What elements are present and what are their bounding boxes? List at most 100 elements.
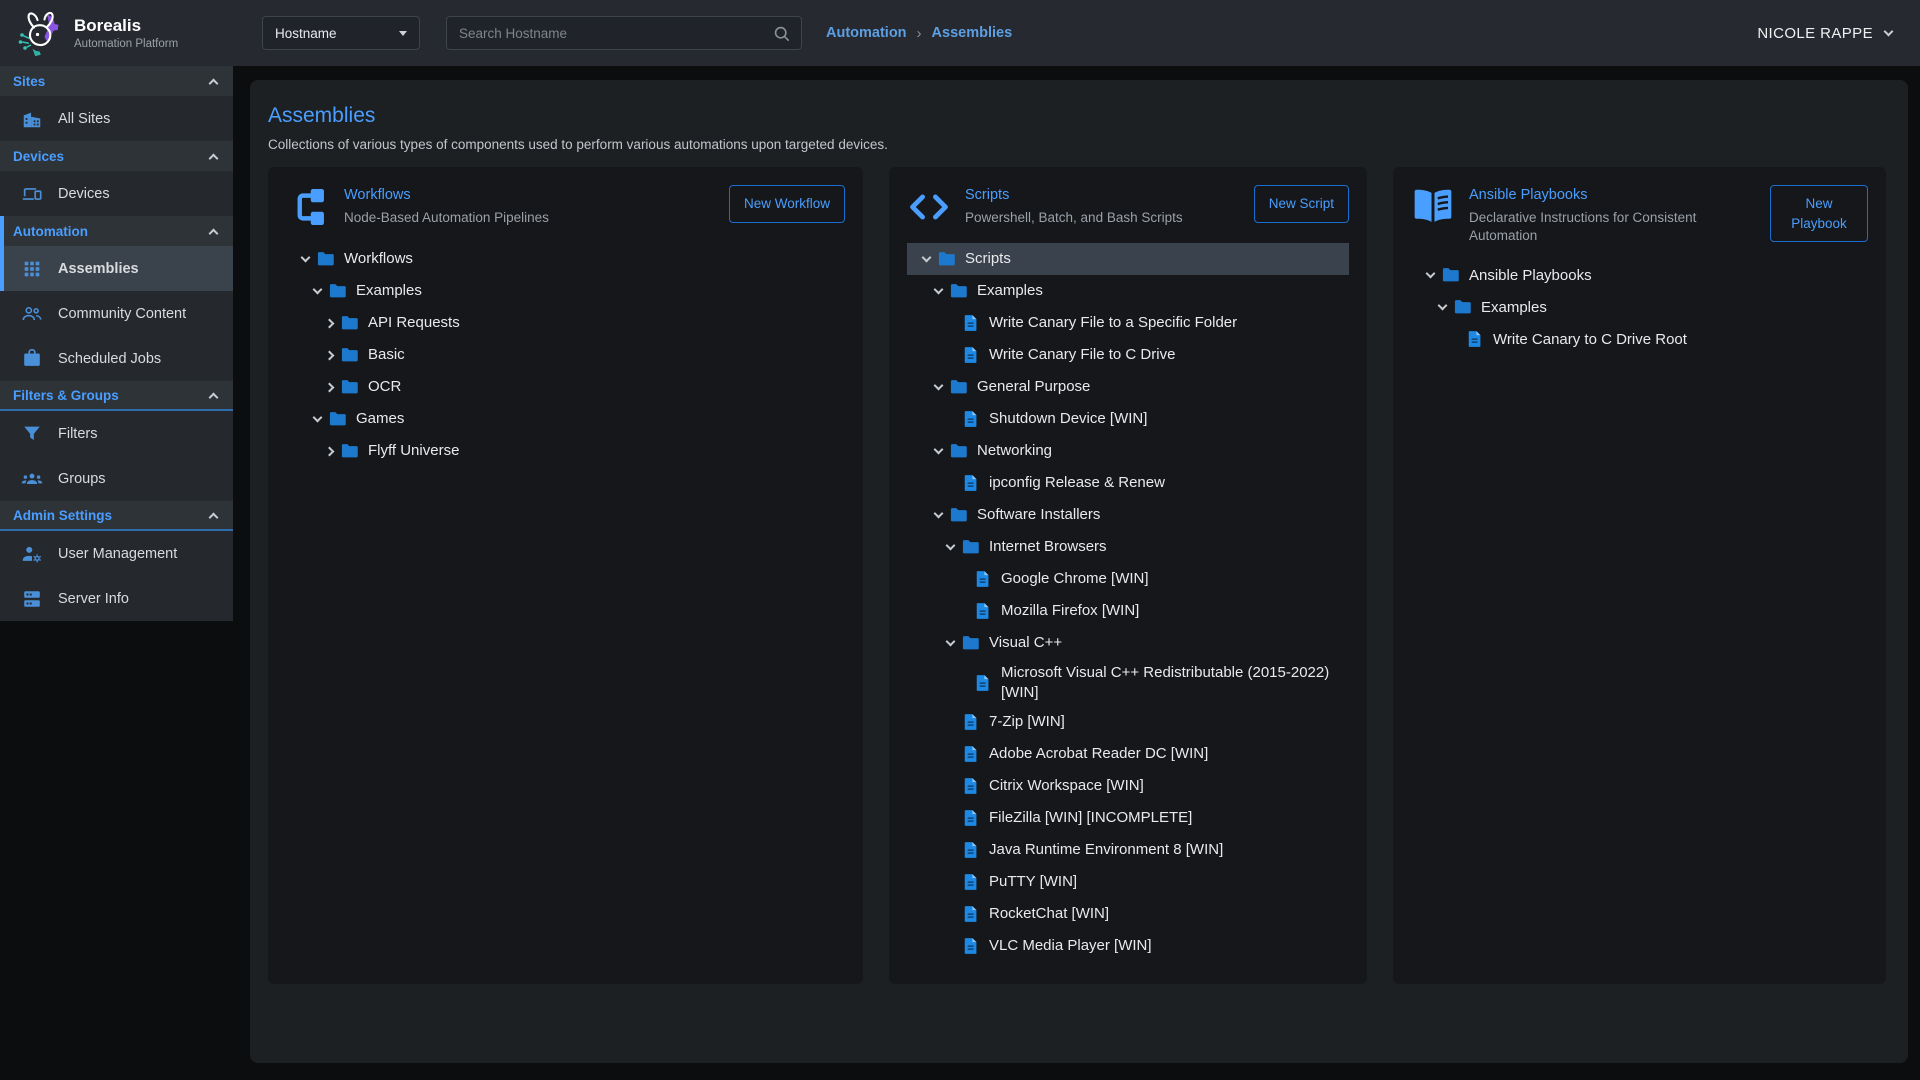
sidebar-item-filters[interactable]: Filters <box>0 411 233 456</box>
main-panel: Assemblies Collections of various types … <box>250 80 1908 1063</box>
chevron-down-icon <box>312 412 322 422</box>
breadcrumb-link-automation[interactable]: Automation <box>826 25 907 41</box>
tree-item-examples[interactable]: Examples <box>1411 291 1868 323</box>
tree-item-java-runtime-environment-8-win[interactable]: Java Runtime Environment 8 [WIN] <box>907 834 1349 866</box>
tree-item-label: Write Canary to C Drive Root <box>1493 326 1687 354</box>
file-icon <box>973 601 993 621</box>
chevron-cell <box>927 290 949 293</box>
tree-item-adobe-acrobat-reader-dc-win[interactable]: Adobe Acrobat Reader DC [WIN] <box>907 738 1349 770</box>
search-input[interactable] <box>459 26 772 41</box>
tree-item-label: API Requests <box>368 309 460 337</box>
tree-item-citrix-workspace-win[interactable]: Citrix Workspace [WIN] <box>907 770 1349 802</box>
file-icon <box>961 712 981 732</box>
sidebar-item-devices[interactable]: Devices <box>0 171 233 216</box>
workflows-card-header: Workflows Node-Based Automation Pipeline… <box>286 185 845 229</box>
tree-item-google-chrome-win[interactable]: Google Chrome [WIN] <box>907 563 1349 595</box>
sidebar-section-automation[interactable]: Automation <box>0 216 233 246</box>
tree-item-ipconfig-release-renew[interactable]: ipconfig Release & Renew <box>907 467 1349 499</box>
tree-item-software-installers[interactable]: Software Installers <box>907 499 1349 531</box>
tree-item-label: Networking <box>977 437 1052 465</box>
tree-item-networking[interactable]: Networking <box>907 435 1349 467</box>
new-playbook-button[interactable]: New Playbook <box>1770 185 1868 242</box>
sidebar-section-devices[interactable]: Devices <box>0 141 233 171</box>
tree-item-label: Mozilla Firefox [WIN] <box>1001 597 1139 625</box>
tree-item-games[interactable]: Games <box>286 403 845 435</box>
borealis-rabbit-logo-icon <box>16 9 64 57</box>
sidebar-item-user-management[interactable]: User Management <box>0 531 233 576</box>
sidebar-item-label: Server Info <box>58 591 129 607</box>
folder-icon <box>949 377 969 397</box>
tree-item-write-canary-file-to-a-specific-folder[interactable]: Write Canary File to a Specific Folder <box>907 307 1349 339</box>
search-box <box>446 16 802 50</box>
tree-item-ocr[interactable]: OCR <box>286 371 845 403</box>
sidebar-item-server-info[interactable]: Server Info <box>0 576 233 621</box>
tree-item-7-zip-win[interactable]: 7-Zip [WIN] <box>907 706 1349 738</box>
file-icon <box>961 872 981 892</box>
folder-icon <box>1441 265 1461 285</box>
sidebar-item-community-content[interactable]: Community Content <box>0 291 233 336</box>
sidebar-item-scheduled-jobs[interactable]: Scheduled Jobs <box>0 336 233 381</box>
new-script-button[interactable]: New Script <box>1254 185 1349 223</box>
sidebar-item-assemblies[interactable]: Assemblies <box>0 246 233 291</box>
page-description: Collections of various types of componen… <box>268 137 1890 152</box>
tree-item-label: Basic <box>368 341 405 369</box>
tree-item-label: 7-Zip [WIN] <box>989 708 1065 736</box>
folder-icon <box>340 441 360 461</box>
tree-item-scripts[interactable]: Scripts <box>907 243 1349 275</box>
file-icon <box>961 904 981 924</box>
sidebar-item-label: User Management <box>58 546 177 562</box>
search-icon[interactable] <box>772 24 791 43</box>
sidebar-section-sites[interactable]: Sites <box>0 66 233 96</box>
tree-item-microsoft-visual-c-redistributable-2015-2022-win[interactable]: Microsoft Visual C++ Redistributable (20… <box>907 659 1349 706</box>
open-book-icon <box>1411 185 1455 229</box>
tree-item-mozilla-firefox-win[interactable]: Mozilla Firefox [WIN] <box>907 595 1349 627</box>
folder-icon <box>316 249 336 269</box>
briefcase-icon <box>21 348 43 370</box>
sidebar-item-all-sites[interactable]: All Sites <box>0 96 233 141</box>
tree-item-rocketchat-win[interactable]: RocketChat [WIN] <box>907 898 1349 930</box>
tree-item-write-canary-file-to-c-drive[interactable]: Write Canary File to C Drive <box>907 339 1349 371</box>
tree-item-examples[interactable]: Examples <box>286 275 845 307</box>
user-menu[interactable]: NICOLE RAPPE <box>1757 25 1892 42</box>
sidebar-item-groups[interactable]: Groups <box>0 456 233 501</box>
sidebar-section-admin-settings[interactable]: Admin Settings <box>0 501 233 531</box>
tree-item-basic[interactable]: Basic <box>286 339 845 371</box>
code-icon <box>907 185 951 229</box>
tree-item-label: Google Chrome [WIN] <box>1001 565 1149 593</box>
tree-item-visual-c[interactable]: Visual C++ <box>907 627 1349 659</box>
tree-item-ansible-playbooks[interactable]: Ansible Playbooks <box>1411 259 1868 291</box>
tree-item-putty-win[interactable]: PuTTY [WIN] <box>907 866 1349 898</box>
sidebar-section-label: Admin Settings <box>13 508 112 523</box>
chevron-up-icon <box>209 78 219 88</box>
tree-item-label: Java Runtime Environment 8 [WIN] <box>989 836 1223 864</box>
hostname-select[interactable]: Hostname <box>262 16 420 50</box>
tree-item-api-requests[interactable]: API Requests <box>286 307 845 339</box>
server-icon <box>21 588 43 610</box>
chevron-cell <box>1419 274 1441 277</box>
tree-item-label: Flyff Universe <box>368 437 459 465</box>
sidebar-item-label: Groups <box>58 471 106 487</box>
sidebar-section-filters-groups[interactable]: Filters & Groups <box>0 381 233 411</box>
tree-item-label: RocketChat [WIN] <box>989 900 1109 928</box>
tree-item-vlc-media-player-win[interactable]: VLC Media Player [WIN] <box>907 930 1349 962</box>
tree-item-examples[interactable]: Examples <box>907 275 1349 307</box>
tree-item-flyff-universe[interactable]: Flyff Universe <box>286 435 845 467</box>
chevron-right-icon <box>324 350 334 360</box>
tree-item-label: Examples <box>356 277 422 305</box>
folder-icon <box>328 281 348 301</box>
chevron-down-icon <box>945 636 955 646</box>
chevron-down-icon <box>933 284 943 294</box>
chevron-cell <box>318 448 340 455</box>
chevron-up-icon <box>209 153 219 163</box>
chevron-cell <box>318 384 340 391</box>
tree-item-workflows[interactable]: Workflows <box>286 243 845 275</box>
new-workflow-button[interactable]: New Workflow <box>729 185 845 223</box>
file-icon <box>961 936 981 956</box>
tree-item-internet-browsers[interactable]: Internet Browsers <box>907 531 1349 563</box>
tree-item-filezilla-win-incomplete[interactable]: FileZilla [WIN] [INCOMPLETE] <box>907 802 1349 834</box>
breadcrumb-separator: › <box>917 25 922 42</box>
tree-item-shutdown-device-win[interactable]: Shutdown Device [WIN] <box>907 403 1349 435</box>
tree-item-general-purpose[interactable]: General Purpose <box>907 371 1349 403</box>
tree-item-write-canary-to-c-drive-root[interactable]: Write Canary to C Drive Root <box>1411 323 1868 355</box>
breadcrumb-current-assemblies[interactable]: Assemblies <box>932 25 1013 41</box>
